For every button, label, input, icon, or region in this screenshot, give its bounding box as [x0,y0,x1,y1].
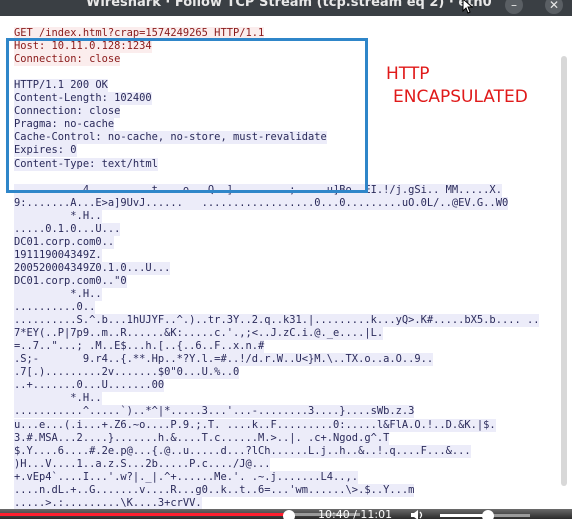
server-stream-line: )H...V....1..a.z.S...2b.....P.c..../J@..… [14,457,271,471]
annotation-encapsulated: ENCAPSULATED [393,87,528,107]
volume-level[interactable] [440,514,488,517]
server-stream-line: Content-Type: text/html [14,157,158,171]
server-stream-line: HTTP/1.1 200 OK [14,79,108,93]
server-stream-line: ...........^.....`)..*^|*.....3...'...-.… [14,405,415,419]
minimize-button[interactable]: – [505,0,523,14]
tcp-stream-content[interactable]: GET /index.html?crap=1574249265 HTTP/1.1… [0,16,572,519]
video-player-controls: 10:40 / 11:01 [0,509,572,519]
client-stream-line: Connection: close [14,53,121,67]
server-stream-line: 9:.......A...E>a]9UvJ...... ............… [14,196,509,210]
server-stream-line: u...e...(.i...+.Z6.~o....P.9.;.T. ....k.… [14,418,496,432]
mouse-cursor-icon [462,0,474,14]
server-stream-line: +.vEp4`....I...'.w?|._|.^+......Me.'. .~… [14,470,359,484]
server-stream-line: ..........S.^.b...1hUJYF..^.)..tr.3Y..2.… [14,314,540,328]
progress-scrubber[interactable] [283,510,295,519]
client-stream-line: Host: 10.11.0.128:1234 [14,40,152,54]
server-stream-line: Expires: 0 [14,144,77,158]
server-stream-line: .....>.:.........\K....3+crVV. [14,496,202,510]
server-stream-line: $.Y....6....#.2e.p@...{.@..u.....d...?lC… [14,444,471,458]
server-stream-line: Pragma: no-cache [14,118,115,132]
server-stream-line: Cache-Control: no-cache, no-store, must-… [14,131,327,145]
server-stream-line: .....0.1.0...U... [14,222,121,236]
server-stream-line: 3.#.MSA...2....}.......h.&....T.c......M… [14,431,390,445]
server-stream-line: ...........4..........t....o...Q..].....… [14,183,502,197]
time-display: 10:40 / 11:01 [318,509,393,519]
server-stream-line: ..+.......0...U.......00 [14,379,165,393]
server-stream-line: *.H.. [14,392,102,406]
volume-knob[interactable] [482,510,494,519]
server-stream-line: 7*EY(..P|7p9..m..R......&K:.....c.'.,;<.… [14,327,384,341]
progress-played-bar[interactable] [0,513,290,516]
server-stream-line: ..........0.. [14,301,96,315]
server-stream-line: =..7.."...; .M..E$...h.[..{..6..F..x.n.# [14,340,265,354]
server-stream-line: 200520004349Z0.1.0...U... [14,261,171,275]
vertical-scrollbar[interactable] [561,56,567,486]
server-stream-line: Content-Length: 102400 [14,92,152,106]
server-stream-line: Connection: close [14,105,121,119]
server-stream-line: *.H.. [14,209,102,223]
window-title: Wireshark · Follow TCP Stream (tcp.strea… [86,0,492,10]
client-stream-line: GET /index.html?crap=1574249265 HTTP/1.1 [14,27,265,40]
server-stream-line: ....n.dL.+..G.......v....R...g0..k..t..6… [14,483,415,497]
window-titlebar: Wireshark · Follow TCP Stream (tcp.strea… [0,0,572,16]
server-stream-line: DC01.corp.com0.."0 [14,274,127,288]
server-stream-line: .7[.).........2v.......$0"0...U.%..0 [14,366,240,380]
server-stream-line: DC01.corp.com0.. [14,235,115,249]
volume-icon[interactable] [410,509,426,519]
server-stream-line: *.H.. [14,288,102,301]
annotation-http: HTTP [386,64,430,84]
server-stream-line: 191119004349Z. [14,248,102,262]
close-button[interactable]: ✕ [545,0,563,14]
server-stream-line: .S;- 9.r4..{.**.Hp..*?Y.l.=#..!/d.r.W..U… [14,353,434,367]
